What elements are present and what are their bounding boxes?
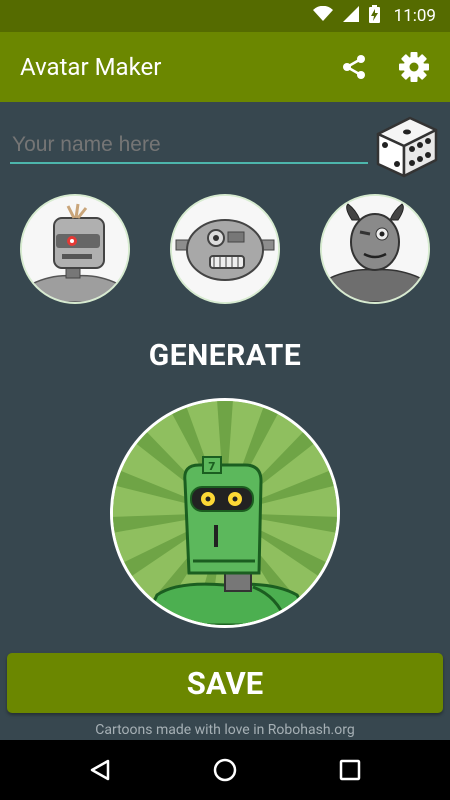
signal-icon xyxy=(342,6,359,26)
robot-avatar-image: 7 xyxy=(113,401,337,625)
system-nav-bar xyxy=(0,740,450,800)
dice-icon xyxy=(376,116,438,178)
randomize-button[interactable] xyxy=(374,112,440,180)
app-bar: Avatar Maker xyxy=(0,32,450,102)
home-button[interactable] xyxy=(200,745,250,795)
home-icon xyxy=(213,758,237,782)
monster-avatar-icon xyxy=(322,196,428,302)
app-title: Avatar Maker xyxy=(20,53,162,81)
svg-text:7: 7 xyxy=(208,460,216,473)
avatar-option-robot-2[interactable] xyxy=(170,194,280,304)
name-row xyxy=(10,112,440,184)
avatar-option-robot-1[interactable] xyxy=(20,194,130,304)
save-button[interactable]: SAVE xyxy=(7,653,443,713)
credits-text: Cartoons made with love in Robohash.org xyxy=(95,722,355,738)
robot-avatar-icon xyxy=(22,196,128,302)
share-icon xyxy=(343,55,365,79)
robot-head-avatar-icon xyxy=(172,196,278,302)
back-button[interactable] xyxy=(75,745,125,795)
avatar-option-monster[interactable] xyxy=(320,194,430,304)
generate-label[interactable]: GENERATE xyxy=(0,338,450,373)
status-bar: 11:09 xyxy=(0,0,450,32)
wifi-icon xyxy=(312,5,333,26)
name-input[interactable] xyxy=(10,128,368,164)
share-button[interactable] xyxy=(334,47,374,87)
battery-charging-icon xyxy=(368,5,380,27)
settings-gear-icon xyxy=(399,52,429,82)
generated-avatar: 7 xyxy=(110,398,340,628)
settings-button[interactable] xyxy=(394,47,434,87)
status-time: 11:09 xyxy=(393,6,436,26)
recents-icon xyxy=(339,759,360,781)
recents-button[interactable] xyxy=(325,745,375,795)
save-button-label: SAVE xyxy=(186,664,264,702)
back-icon xyxy=(91,759,110,781)
